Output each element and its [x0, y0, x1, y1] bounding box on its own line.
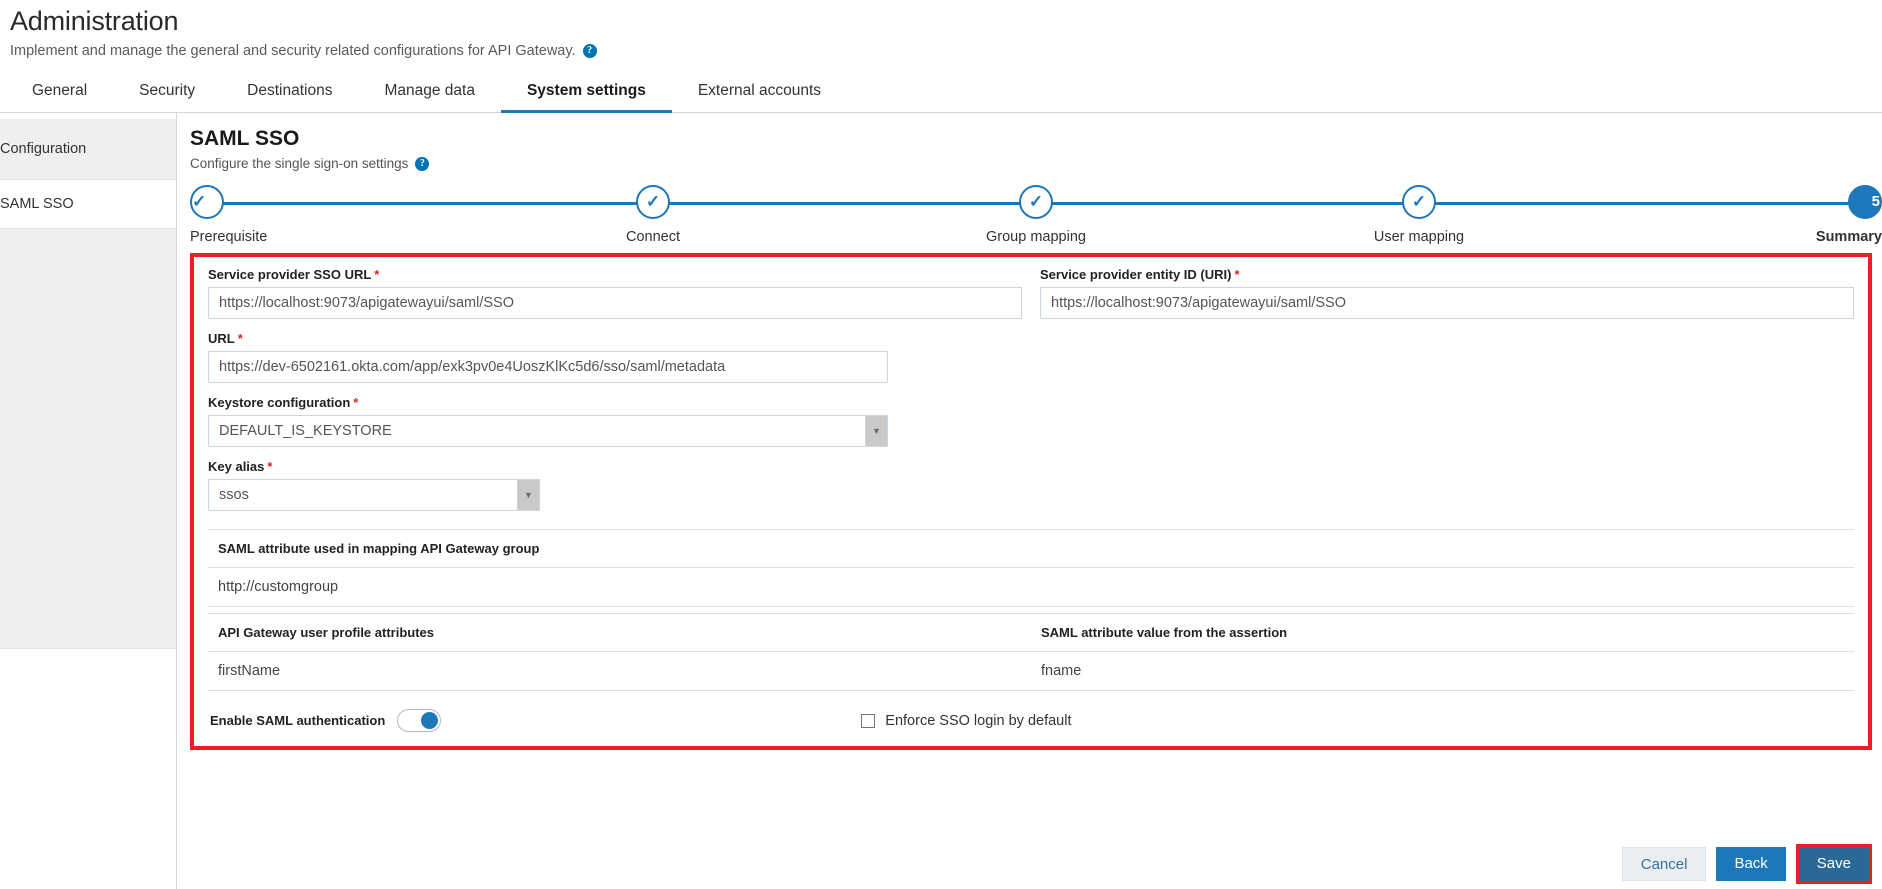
field-sp-entity-id: Service provider entity ID (URI) * — [1040, 267, 1854, 319]
url-label-text: URL — [208, 331, 235, 346]
key-alias-label-text: Key alias — [208, 459, 265, 474]
user-mapping-table-header: API Gateway user profile attributes SAML… — [208, 613, 1854, 652]
tab-external-accounts[interactable]: External accounts — [672, 82, 847, 113]
step-user-mapping[interactable]: User mapping — [1339, 185, 1499, 245]
saml-bottom-controls: Enable SAML authentication Enforce SSO l… — [208, 709, 1854, 732]
key-alias-select-wrap[interactable]: ▼ — [208, 479, 540, 511]
user-mapping-cell-attribute: firstName — [208, 651, 1031, 691]
step-summary-label: Summary — [1815, 229, 1882, 245]
step-prerequisite-circle[interactable] — [190, 185, 224, 219]
page-subtitle-text: Implement and manage the general and sec… — [10, 43, 576, 59]
step-summary-circle[interactable]: 5 — [1848, 185, 1882, 219]
step-connect-circle[interactable] — [636, 185, 670, 219]
tab-system-settings[interactable]: System settings — [500, 82, 672, 113]
step-prerequisite-label: Prerequisite — [190, 229, 268, 245]
page-header: Administration Implement and manage the … — [0, 0, 1882, 59]
enable-saml-label: Enable SAML authentication — [210, 713, 386, 728]
tab-manage-data[interactable]: Manage data — [358, 82, 501, 113]
group-mapping-table: SAML attribute used in mapping API Gatew… — [208, 529, 1854, 607]
main-tabbar: General Security Destinations Manage dat… — [0, 75, 1882, 113]
step-group-mapping-label: Group mapping — [986, 229, 1086, 245]
key-alias-required: * — [267, 459, 273, 474]
sidebar-filler — [0, 229, 176, 649]
sidebar-item-saml-sso[interactable]: SAML SSO — [0, 180, 176, 229]
enable-saml-toggle[interactable] — [397, 709, 442, 732]
page-subtitle: Implement and manage the general and sec… — [10, 43, 1882, 59]
sp-sso-url-input[interactable] — [208, 287, 1022, 319]
sp-entity-id-label: Service provider entity ID (URI) * — [1040, 267, 1854, 282]
keystore-label-text: Keystore configuration — [208, 395, 351, 410]
wizard-stepper: Prerequisite Connect Group mapping User … — [190, 185, 1882, 249]
group-mapping-table-header: SAML attribute used in mapping API Gatew… — [208, 529, 1854, 568]
section-subtitle-text: Configure the single sign-on settings — [190, 156, 409, 171]
enforce-sso-checkbox[interactable] — [861, 713, 876, 728]
table-row: http://customgroup — [208, 567, 1854, 607]
user-mapping-header-assertion: SAML attribute value from the assertion — [1031, 613, 1854, 652]
group-mapping-header-cell: SAML attribute used in mapping API Gatew… — [208, 529, 1854, 568]
section-subtitle: Configure the single sign-on settings ? — [190, 156, 1882, 171]
field-url: URL * — [208, 331, 1022, 383]
key-alias-label: Key alias * — [208, 459, 1022, 474]
sp-entity-id-input[interactable] — [1040, 287, 1854, 319]
tab-security[interactable]: Security — [113, 82, 221, 113]
step-connect[interactable]: Connect — [573, 185, 733, 245]
save-button-highlight: Save — [1795, 844, 1872, 884]
section-title: SAML SSO — [190, 127, 300, 150]
content-area: SAML SSO Configure the single sign-on se… — [177, 113, 1882, 889]
help-icon[interactable]: ? — [582, 44, 597, 58]
step-user-mapping-circle[interactable] — [1402, 185, 1436, 219]
user-mapping-header-attributes: API Gateway user profile attributes — [208, 613, 1031, 652]
tab-general[interactable]: General — [6, 82, 113, 113]
footer-button-bar: Cancel Back Save — [1621, 844, 1872, 884]
step-prerequisite[interactable]: Prerequisite — [190, 185, 350, 245]
sp-sso-url-required: * — [374, 267, 380, 282]
url-label: URL * — [208, 331, 1022, 346]
step-group-mapping-circle[interactable] — [1019, 185, 1053, 219]
field-key-alias: Key alias* ▼ — [208, 459, 1022, 511]
section-help-icon[interactable]: ? — [415, 156, 430, 171]
summary-form-panel: Service provider SSO URL* URL* Keystore … — [190, 253, 1872, 750]
save-button[interactable]: Save — [1798, 847, 1869, 881]
sp-entity-id-required: * — [1234, 267, 1240, 282]
cancel-button[interactable]: Cancel — [1621, 847, 1707, 881]
step-group-mapping[interactable]: Group mapping — [956, 185, 1116, 245]
step-user-mapping-label: User mapping — [1373, 229, 1465, 245]
url-input[interactable] — [208, 351, 888, 383]
chevron-down-icon[interactable]: ▼ — [517, 480, 539, 510]
key-alias-select-input[interactable] — [208, 479, 540, 511]
back-button[interactable]: Back — [1716, 847, 1786, 881]
group-mapping-value-cell: http://customgroup — [208, 567, 1854, 607]
field-sp-sso-url: Service provider SSO URL * — [208, 267, 1022, 319]
keystore-label: Keystore configuration * — [208, 395, 1022, 410]
tab-destinations[interactable]: Destinations — [221, 82, 358, 113]
body-wrapper: Configuration SAML SSO SAML SSO Configur… — [0, 113, 1882, 889]
sidebar-item-saml-sso-label: SAML SSO — [0, 196, 74, 212]
enforce-sso-label: Enforce SSO login by default — [885, 712, 1072, 729]
keystore-select-wrap[interactable]: ▼ — [208, 415, 888, 447]
sp-sso-url-label: Service provider SSO URL * — [208, 267, 1022, 282]
url-required: * — [237, 331, 243, 346]
page-title: Administration — [10, 6, 179, 36]
user-mapping-table: API Gateway user profile attributes SAML… — [208, 613, 1854, 691]
step-summary[interactable]: 5 Summary — [1722, 185, 1882, 245]
user-mapping-cell-assertion: fname — [1031, 651, 1854, 691]
enforce-sso-group: Enforce SSO login by default — [861, 713, 1071, 729]
sidebar-item-configuration[interactable]: Configuration — [0, 119, 176, 180]
keystore-select-input[interactable] — [208, 415, 888, 447]
sp-sso-url-label-text: Service provider SSO URL — [208, 267, 372, 282]
keystore-required: * — [353, 395, 359, 410]
chevron-down-icon[interactable]: ▼ — [865, 416, 887, 446]
step-connect-label: Connect — [625, 229, 680, 245]
sp-entity-id-label-text: Service provider entity ID (URI) — [1040, 267, 1232, 282]
enable-saml-toggle-knob — [421, 712, 439, 729]
sidebar-item-configuration-label: Configuration — [0, 141, 87, 157]
sidebar: Configuration SAML SSO — [0, 113, 177, 889]
table-row: firstName fname — [208, 651, 1854, 691]
field-keystore-configuration: Keystore configuration* ▼ — [208, 395, 1022, 447]
